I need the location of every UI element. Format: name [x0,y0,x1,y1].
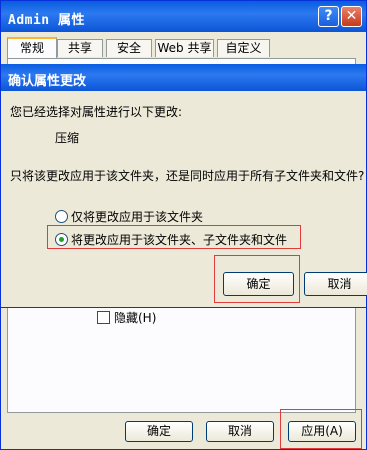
option-folder-only-label: 仅将更改应用于该文件夹 [71,210,204,224]
tab-sharing[interactable]: 共享 [57,39,103,57]
cancel-button[interactable]: 取消 [206,421,274,442]
ok-button[interactable]: 确定 [125,421,193,442]
window-title-bar[interactable]: Admin 属性 ? ✕ [1,1,366,32]
dialog-question-text: 只将该更改应用于该文件夹，还是同时应用于所有子文件夹和文件? [10,169,365,183]
change-item-text: 压缩 [55,131,80,145]
apply-highlight-box [280,409,362,449]
tab-customize[interactable]: 自定义 [217,39,270,57]
help-button[interactable]: ? [318,6,339,27]
tab-general[interactable]: 常规 [7,37,57,59]
dialog-cancel-button[interactable]: 取消 [304,272,367,296]
hidden-attribute-row[interactable]: 隐藏(H) [97,309,156,326]
tab-web-sharing[interactable]: Web 共享 [155,39,214,57]
close-button[interactable]: ✕ [341,6,362,27]
dialog-title: 确认属性更改 [8,74,87,89]
hidden-checkbox[interactable] [97,311,110,324]
hidden-checkbox-label: 隐藏(H) [114,311,157,325]
dialog-intro-text: 您已经选择对属性进行以下更改: [10,105,183,119]
ok-highlight-box [214,255,300,303]
close-icon: ✕ [345,8,358,24]
dialog-title-bar[interactable]: 确认属性更改 [1,64,366,91]
option-folder-only[interactable]: 仅将更改应用于该文件夹 [55,208,203,225]
window-title: Admin 属性 [8,13,85,28]
confirm-attribute-dialog: 确认属性更改 您已经选择对属性进行以下更改: 压缩 只将该更改应用于该文件夹，还… [0,64,367,308]
tab-security[interactable]: 安全 [106,39,152,57]
option-highlight-box [47,225,301,249]
dialog-body: 您已经选择对属性进行以下更改: 压缩 只将该更改应用于该文件夹，还是同时应用于所… [1,91,367,307]
option-folder-only-radio[interactable] [55,210,68,223]
help-icon: ? [324,8,333,24]
